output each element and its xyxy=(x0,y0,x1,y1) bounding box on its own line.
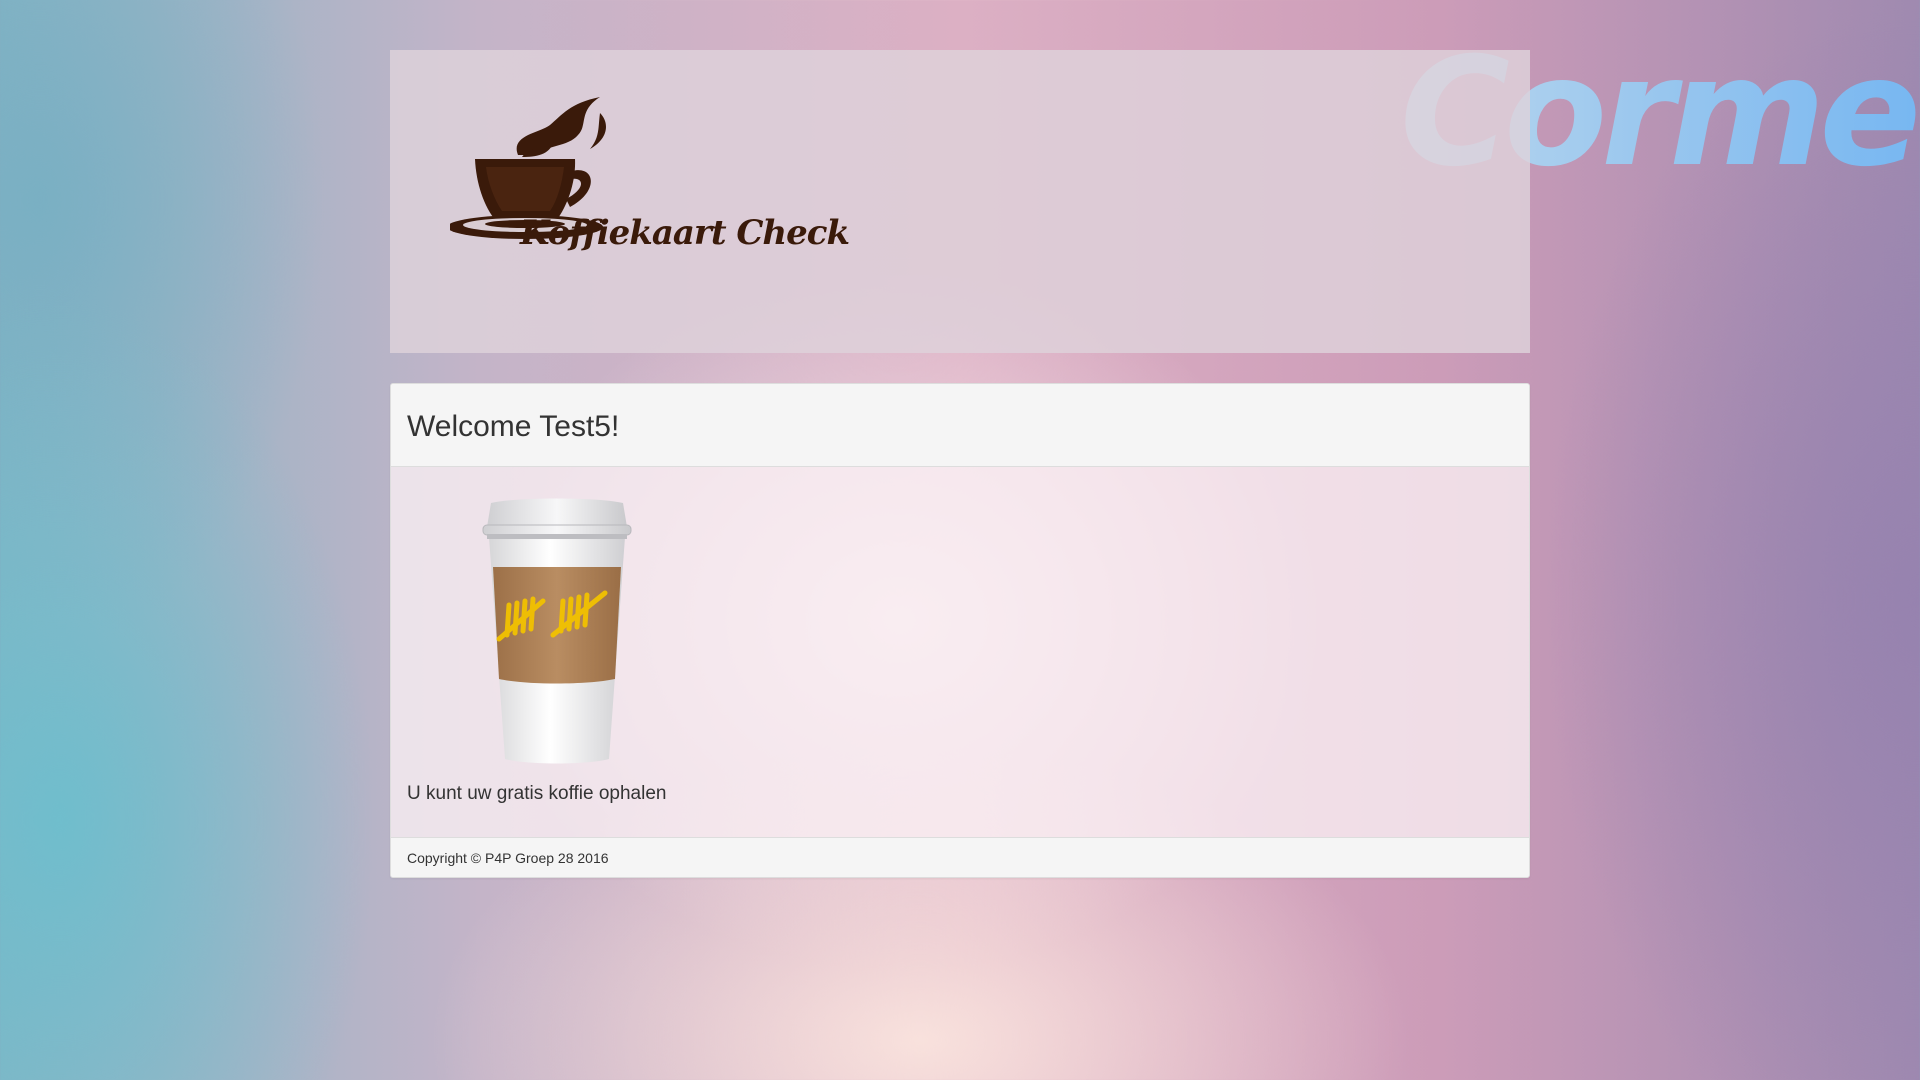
panel-heading: Welcome Test5! xyxy=(391,384,1529,467)
site-logo[interactable]: Koffiekaart Check xyxy=(450,95,850,275)
copyright-text: Copyright © P4P Groep 28 2016 xyxy=(407,849,609,866)
takeaway-coffee-cup-tally-icon xyxy=(482,498,632,764)
panel-body: U kunt uw gratis koffie ophalen xyxy=(391,467,1529,837)
logo-text: Koffiekaart Check xyxy=(520,213,850,253)
panel-footer: Copyright © P4P Groep 28 2016 xyxy=(391,837,1529,877)
welcome-panel: Welcome Test5! U kunt uw gratis koffie o… xyxy=(390,383,1530,878)
welcome-title: Welcome Test5! xyxy=(407,410,620,443)
header-banner: Koffiekaart Check xyxy=(390,50,1530,353)
free-coffee-message: U kunt uw gratis koffie ophalen xyxy=(407,783,667,804)
